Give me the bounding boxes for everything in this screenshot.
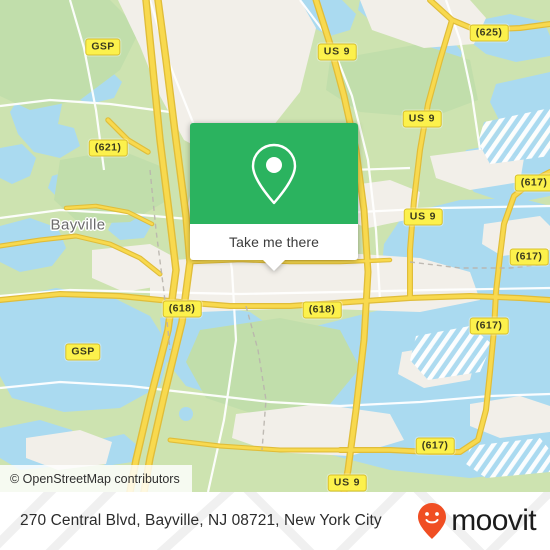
map-screenshot: Bayville GSP US 9 (625) US 9 (621) (617)… <box>0 0 550 550</box>
road-shield-618-2[interactable]: (618) <box>302 301 342 319</box>
map-pin-icon <box>251 143 297 204</box>
road-shield-us9-2[interactable]: US 9 <box>402 110 442 128</box>
road-shield-us9-4[interactable]: US 9 <box>327 474 367 492</box>
place-label-bayville: Bayville <box>50 216 106 234</box>
road-shield-gsp-2[interactable]: GSP <box>65 343 101 361</box>
take-me-there-button[interactable]: Take me there <box>190 224 358 260</box>
take-me-there-label: Take me there <box>228 234 319 250</box>
road-shield-618[interactable]: (618) <box>162 300 202 318</box>
attribution-text: © OpenStreetMap contributors <box>10 471 180 486</box>
address-text: 270 Central Blvd, Bayville, NJ 08721, Ne… <box>20 512 382 529</box>
map-attribution[interactable]: © OpenStreetMap contributors <box>0 465 192 492</box>
road-shield-617-4[interactable]: (617) <box>415 437 455 455</box>
moovit-wordmark: moovit <box>451 504 536 537</box>
callout-body <box>190 123 358 224</box>
road-shield-617[interactable]: (617) <box>514 174 550 192</box>
road-shield-gsp[interactable]: GSP <box>85 38 121 56</box>
road-shield-617-2[interactable]: (617) <box>509 248 549 266</box>
road-shield-621[interactable]: (621) <box>88 139 128 157</box>
moovit-brand[interactable]: moovit <box>417 502 537 540</box>
road-shield-617-3[interactable]: (617) <box>469 317 509 335</box>
callout-tail <box>263 260 285 271</box>
map-canvas[interactable]: Bayville GSP US 9 (625) US 9 (621) (617)… <box>0 0 550 492</box>
location-callout[interactable]: Take me there <box>190 123 358 271</box>
road-shield-us9[interactable]: US 9 <box>317 43 357 61</box>
footer-bar: 270 Central Blvd, Bayville, NJ 08721, Ne… <box>0 492 550 550</box>
road-shield-us9-3[interactable]: US 9 <box>403 208 443 226</box>
moovit-smiley-pin-icon <box>418 503 447 539</box>
road-shield-625[interactable]: (625) <box>469 24 509 42</box>
